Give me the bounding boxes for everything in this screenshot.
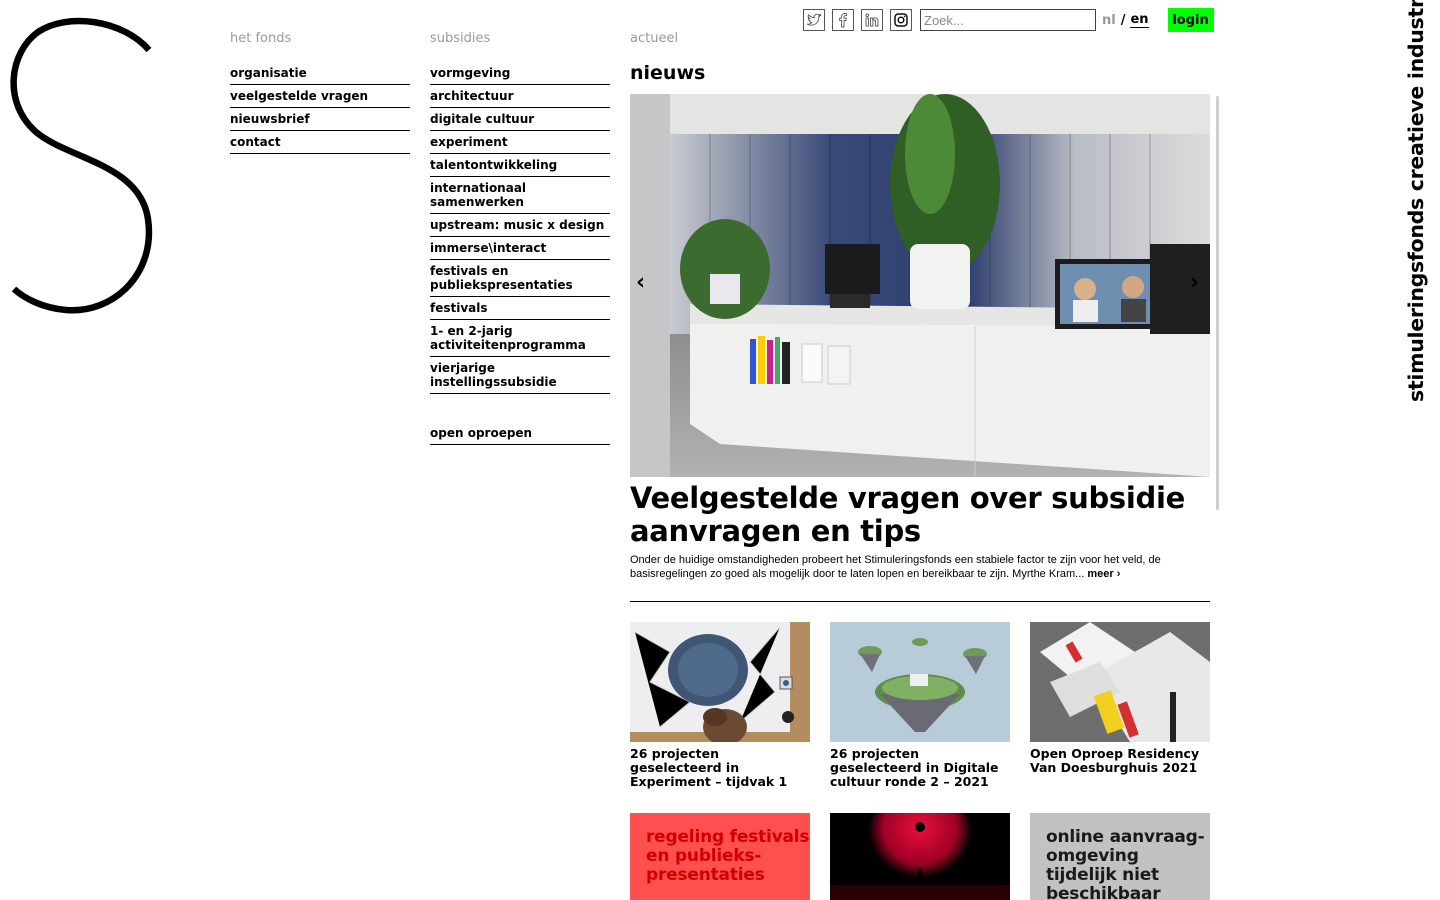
hero-scrollbar[interactable] (1216, 96, 1219, 510)
read-more-link[interactable]: meer › (1087, 568, 1120, 580)
login-button[interactable]: login (1167, 8, 1214, 32)
instagram-icon[interactable] (890, 9, 912, 31)
news-tile[interactable]: regeling festivals en publieks-presentat… (630, 813, 810, 900)
brand-name-vertical: stimuleringsfonds creatieve industrie (1404, 0, 1428, 402)
nav-list-oproepen: open oproepen (430, 422, 610, 445)
hero-photo (630, 94, 1210, 477)
hero-summary-text: Onder de huidige omstandigheden probeert… (630, 554, 1161, 580)
search-input[interactable] (920, 9, 1096, 31)
chevron-left-icon[interactable]: ‹ (636, 270, 645, 295)
nav-item-upstream[interactable]: upstream: music x design (430, 214, 610, 237)
nav-list-subsidies: vormgeving architectuur digitale cultuur… (430, 62, 610, 394)
language-switch: nl / en (1102, 12, 1149, 28)
nav-list-fonds: organisatie veelgestelde vragen nieuwsbr… (230, 62, 410, 154)
news-tile-text: regeling festivals en publieks-presentat… (646, 827, 810, 885)
hero-summary: Onder de huidige omstandigheden probeert… (630, 553, 1210, 581)
nav-item-experiment[interactable]: experiment (430, 131, 610, 154)
nav-item-architectuur[interactable]: architectuur (430, 85, 610, 108)
s-logo[interactable] (8, 14, 158, 314)
linkedin-icon[interactable] (861, 9, 883, 31)
top-bar: nl / en login (803, 8, 1214, 32)
nav-item-festivals-publiekspresentaties[interactable]: festivals en publiekspresentaties (430, 260, 610, 297)
facebook-icon[interactable] (832, 9, 854, 31)
nav-item-vormgeving[interactable]: vormgeving (430, 62, 610, 85)
news-card[interactable]: Open Oproep Residency Van Doesburghuis 2… (1030, 622, 1210, 775)
news-tile-image (830, 813, 1010, 900)
nav-item-veelgestelde-vragen[interactable]: veelgestelde vragen (230, 85, 410, 108)
news-card-image (1030, 622, 1210, 742)
nav-column-subsidies: subsidies vormgeving architectuur digita… (430, 32, 610, 445)
nav-item-organisatie[interactable]: organisatie (230, 62, 410, 85)
lang-nl-link[interactable]: nl (1102, 13, 1116, 28)
nav-heading-subsidies[interactable]: subsidies (430, 32, 610, 54)
nav-item-festivals[interactable]: festivals (430, 297, 610, 320)
news-tile-text: online aanvraag-omgeving tijdelijk niet … (1046, 827, 1205, 900)
hero-image[interactable] (630, 94, 1210, 477)
nav-column-fonds: het fonds organisatie veelgestelde vrage… (230, 32, 410, 154)
nav-item-talentontwikkeling[interactable]: talentontwikkeling (430, 154, 610, 177)
lang-en-link[interactable]: en (1130, 12, 1149, 28)
news-card-title[interactable]: 26 projecten geselecteerd in Digitale cu… (830, 747, 1010, 789)
nav-heading-fonds[interactable]: het fonds (230, 32, 410, 54)
twitter-icon[interactable] (803, 9, 825, 31)
news-card-title[interactable]: Open Oproep Residency Van Doesburghuis 2… (1030, 747, 1210, 775)
nav-item-nieuwsbrief[interactable]: nieuwsbrief (230, 108, 410, 131)
news-card-image (630, 622, 810, 742)
nav-item-internationaal-samenwerken[interactable]: internationaal samenwerken (430, 177, 610, 214)
nav-item-open-oproepen[interactable]: open oproepen (430, 422, 610, 445)
nav-heading-actueel[interactable]: actueel (630, 32, 1210, 54)
hero-headline[interactable]: Veelgestelde vragen over subsidie aanvra… (630, 482, 1210, 548)
news-card-title[interactable]: 26 projecten geselecteerd in Experiment … (630, 747, 810, 789)
news-card-image (830, 622, 1010, 742)
nav-item-immerse-interact[interactable]: immerse\interact (430, 237, 610, 260)
news-tile[interactable] (830, 813, 1010, 900)
nav-item-digitale-cultuur[interactable]: digitale cultuur (430, 108, 610, 131)
nav-item-activiteitenprogramma[interactable]: 1- en 2-jarig activiteitenprogramma (430, 320, 610, 357)
news-card[interactable]: 26 projecten geselecteerd in Digitale cu… (830, 622, 1010, 789)
nav-item-contact[interactable]: contact (230, 131, 410, 154)
nav-item-instellingssubsidie[interactable]: vierjarige instellingssubsidie (430, 357, 610, 394)
nav-column-actueel: actueel (630, 32, 1210, 54)
chevron-right-icon[interactable]: › (1190, 270, 1199, 295)
news-card[interactable]: 26 projecten geselecteerd in Experiment … (630, 622, 810, 789)
divider (630, 601, 1210, 602)
lang-separator: / (1120, 12, 1126, 28)
section-title-nieuws: nieuws (630, 62, 706, 84)
news-tile[interactable]: online aanvraag-omgeving tijdelijk niet … (1030, 813, 1210, 900)
